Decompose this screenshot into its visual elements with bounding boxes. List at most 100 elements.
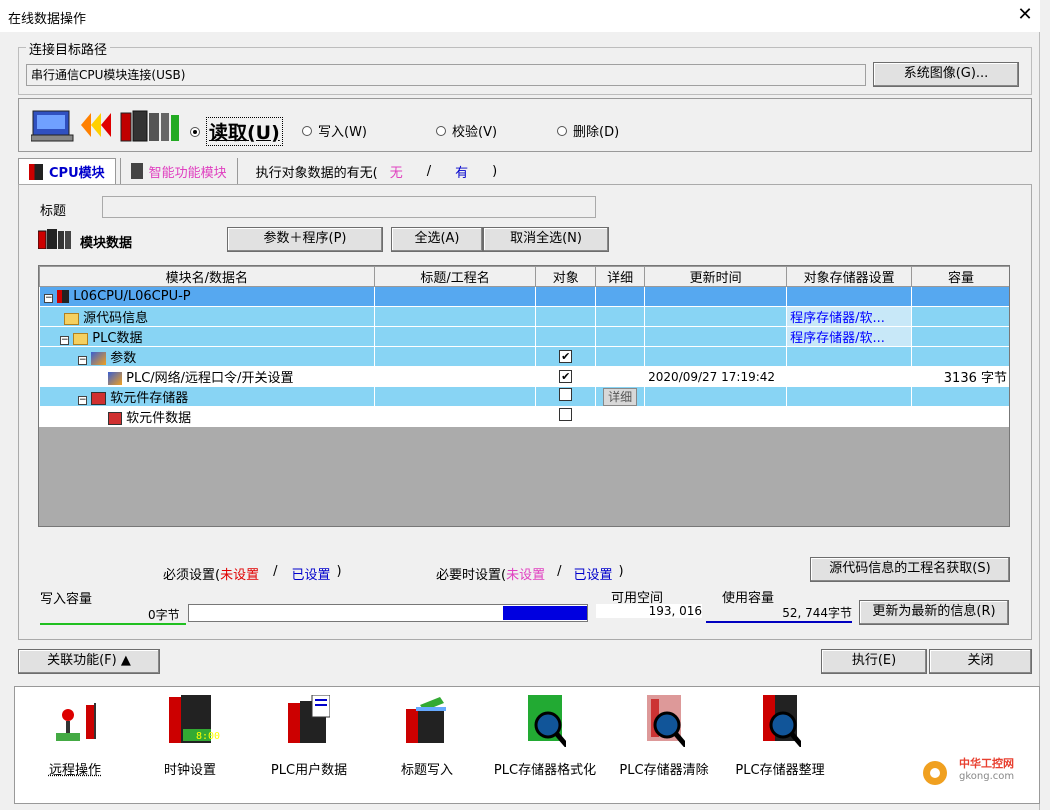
col-header-title[interactable]: 标题/工程名 [373,266,537,287]
close-button[interactable]: 关闭 [929,649,1032,674]
row-size [911,406,1009,427]
row-name: 软元件数据 [126,411,192,426]
row-name: PLC/网络/远程口令/开关设置 [126,371,294,386]
table-row[interactable]: 软元件数据 [39,406,1009,427]
target-checkbox[interactable] [559,408,573,421]
row-time [644,306,788,327]
close-icon[interactable]: ✕ [1014,4,1036,26]
title-write-label: 标题写入 [400,763,453,778]
required-slash: / [273,564,278,579]
row-storage [786,346,913,367]
table-row[interactable]: 源代码信息 程序存储器/软... [39,306,1009,327]
plc-memory-clear-item[interactable]: PLC存储器清除 [604,687,724,805]
row-storage [786,386,913,407]
plc-user-data-item[interactable]: PLC用户数据 [249,687,369,805]
row-name: 参数 [110,351,137,366]
plc-memory-format-item[interactable]: PLC存储器格式化 [485,687,605,805]
col-header-name[interactable]: 模块名/数据名 [39,266,375,287]
table-row[interactable]: − PLC数据 程序存储器/软... [39,326,1009,347]
row-detail [595,346,646,367]
deselect-all-button[interactable]: 取消全选(N) [483,227,609,252]
cpu-module-icon [29,163,43,180]
system-image-button[interactable]: 系统图像(G)... [873,62,1019,87]
col-header-detail[interactable]: 详细 [595,266,646,287]
write-radio-label: 写入(W) [318,125,367,140]
row-name: L06CPU/L06CPU-P [73,289,191,304]
plc-memory-format-icon [528,695,566,747]
read-radio[interactable]: 读取(U) [190,117,283,146]
row-detail [595,326,646,347]
row-time [644,286,788,307]
row-storage [786,286,913,307]
row-title [373,326,537,347]
title-write-item[interactable]: 标题写入 [367,687,487,805]
plc-memory-arrange-icon [763,695,801,747]
row-time [644,346,788,367]
write-capacity-label: 写入容量 [40,592,93,607]
plc-user-data-label: PLC用户数据 [270,763,348,778]
verify-radio-label: 校验(V) [452,125,498,140]
related-functions-button[interactable]: 关联功能(F) ▲ [18,649,160,674]
watermark: 中华工控网 gkong.com [915,745,1039,797]
optional-setting-status: 必要时设置( 未设置 / 已设置 ) [436,564,624,583]
target-checkbox[interactable]: ✔ [559,350,573,363]
optional-slash: / [557,564,562,579]
delete-radio[interactable]: 删除(D) [557,121,619,140]
collapse-icon[interactable]: − [60,336,69,345]
tab-cpu-module[interactable]: CPU模块 [18,158,116,184]
detail-button[interactable]: 详细 [603,387,638,406]
clock-setting-item[interactable]: 8:00 时钟设置 [130,687,250,805]
delete-radio-label: 删除(D) [573,125,620,140]
caption-label: 标题 [40,204,67,219]
plc-memory-arrange-item[interactable]: PLC存储器整理 [720,687,840,805]
target-data-existence: 执行对象数据的有无( 无 / 有 ) [238,158,508,184]
param-program-button[interactable]: 参数＋程序(P) [227,227,383,252]
existence-slash: / [426,163,432,179]
grid-header-row: 模块名/数据名 标题/工程名 对象 详细 更新时间 对象存储器设置 容量 [39,266,1009,287]
capacity-progress-fill [503,606,587,620]
target-checkbox[interactable]: ✔ [559,370,573,383]
window-title: 在线数据操作 [8,12,87,27]
table-row[interactable]: − 软元件存储器 详细 [39,386,1009,407]
required-paren: ) [336,564,342,579]
row-storage-link[interactable]: 程序存储器/软... [786,306,913,327]
collapse-icon[interactable]: − [44,294,53,303]
plc-memory-arrange-label: PLC存储器整理 [735,763,825,778]
collapse-icon[interactable]: − [78,356,87,365]
table-row[interactable]: − L06CPU/L06CPU-P [39,286,1009,307]
plc-user-data-icon [288,695,330,743]
table-row[interactable]: PLC/网络/远程口令/开关设置 ✔ 2020/09/27 17:19:42 3… [39,366,1009,387]
title-write-icon [406,697,446,743]
device-memory-icon [91,392,107,405]
col-header-size[interactable]: 容量 [911,266,1009,287]
clock-setting-label: 时钟设置 [163,763,216,778]
tab-intelligent-module[interactable]: 智能功能模块 [119,158,238,184]
col-header-target[interactable]: 对象 [535,266,597,287]
select-all-button[interactable]: 全选(A) [391,227,483,252]
collapse-icon[interactable]: − [78,396,87,405]
read-radio-dot[interactable] [190,126,200,137]
read-radio-label: 读取(U) [206,117,283,146]
write-radio[interactable]: 写入(W) [302,121,367,140]
col-header-update-time[interactable]: 更新时间 [644,266,788,287]
caption-input[interactable] [102,196,596,218]
col-header-storage[interactable]: 对象存储器设置 [786,266,913,287]
row-title [373,386,537,407]
write-radio-dot[interactable] [302,125,312,136]
plc-memory-format-label: PLC存储器格式化 [493,763,597,778]
verify-radio-dot[interactable] [436,125,446,136]
refresh-info-button[interactable]: 更新为最新的信息(R) [859,600,1009,625]
online-data-operation-window: 在线数据操作 ✕ 连接目标路径 串行通信CPU模块连接(USB) 系统图像(G)… [0,0,1040,810]
target-checkbox[interactable] [559,388,573,401]
get-source-name-button[interactable]: 源代码信息的工程名获取(S) [810,557,1010,582]
remote-operation-item[interactable]: 远程操作 [15,687,135,805]
row-time [644,386,788,407]
table-row[interactable]: − 参数 ✔ [39,346,1009,367]
row-storage-link[interactable]: 程序存储器/软... [786,326,913,347]
module-tabs: CPU模块 智能功能模块 执行对象数据的有无( 无 / 有 ) [18,158,507,184]
delete-radio-dot[interactable] [557,125,567,136]
connection-group-label: 连接目标路径 [26,39,111,58]
verify-radio[interactable]: 校验(V) [436,121,497,140]
execute-button[interactable]: 执行(E) [821,649,927,674]
module-data-grid: 模块名/数据名 标题/工程名 对象 详细 更新时间 对象存储器设置 容量 − L… [38,265,1010,527]
